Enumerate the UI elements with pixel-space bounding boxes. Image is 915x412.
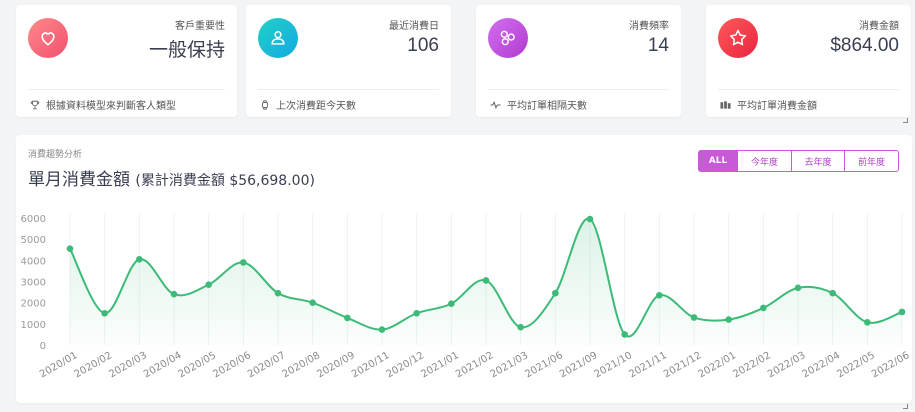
data-point: [552, 289, 559, 297]
x-tick-label: 2020/04: [142, 350, 183, 380]
x-tick-label: 2022/06: [870, 350, 911, 380]
stat-value: 一般保持: [148, 40, 225, 61]
x-tick-label: 2021/03: [489, 350, 530, 380]
x-tick-label: 2022/01: [697, 350, 738, 380]
x-tick-label: 2021/09: [558, 350, 599, 380]
data-point: [170, 290, 178, 298]
heart-icon: [28, 18, 68, 58]
divider: [718, 89, 899, 90]
stat-footer: 上次消費距今天數: [260, 97, 356, 112]
data-point: [656, 291, 663, 299]
x-tick-label: 2020/05: [177, 350, 218, 380]
stat-card-recency: 最近消費日 106 上次消費距今天數: [246, 5, 451, 117]
trophy-icon: [30, 100, 40, 109]
stat-footer: 平均訂單消費金額: [720, 97, 817, 112]
stat-footer: 平均訂單相隔天數: [490, 97, 587, 112]
x-tick-label: 2020/06: [211, 350, 252, 380]
x-tick-label: 2021/12: [662, 350, 703, 380]
user-icon: [258, 18, 298, 58]
y-tick-label: 4000: [21, 256, 46, 267]
data-point: [760, 304, 767, 312]
stat-label: 消費金額: [859, 21, 899, 32]
data-point: [101, 309, 108, 317]
data-point: [309, 299, 316, 306]
stat-card-frequency: 消費頻率 14 平均訂單相隔天數: [476, 5, 681, 117]
x-tick-label: 2021/06: [523, 350, 564, 380]
divider: [488, 89, 669, 90]
chart-card: 消費趨勢分析 單月消費金額 (累計消費金額 $56,698.00) ALL 今年…: [16, 135, 912, 403]
y-tick-label: 0: [40, 341, 46, 352]
data-point: [864, 319, 871, 326]
x-tick-label: 2020/07: [246, 350, 287, 380]
stat-value: $864.00: [830, 35, 899, 56]
data-point: [517, 323, 524, 331]
stat-footer-text: 根據資料模型來判斷客人類型: [46, 101, 176, 112]
stat-value: 106: [407, 35, 439, 56]
x-tick-label: 2020/08: [281, 350, 322, 380]
x-tick-label: 2020/02: [73, 350, 114, 380]
data-point: [205, 281, 212, 288]
stat-card-importance: 客戶重要性 一般保持 根據資料模型來判斷客人類型: [16, 5, 237, 117]
stat-value: 14: [647, 35, 669, 56]
x-tick-label: 2020/09: [315, 350, 356, 380]
x-tick-label: 2022/03: [766, 350, 807, 380]
x-tick-label: 2021/10: [593, 350, 634, 380]
x-tick-label: 2020/01: [38, 350, 79, 380]
data-point: [448, 300, 455, 308]
line-chart: 01000200030004000500060002020/012020/022…: [21, 213, 912, 380]
data-point: [378, 326, 386, 333]
resize-handle[interactable]: [903, 404, 908, 409]
y-tick-label: 1000: [21, 320, 46, 331]
data-point: [240, 259, 247, 266]
data-point: [725, 316, 732, 323]
data-point: [794, 284, 802, 292]
x-tick-label: 2020/12: [385, 350, 426, 380]
data-point: [829, 289, 836, 297]
stat-label: 客戶重要性: [175, 21, 225, 32]
divider: [258, 89, 439, 90]
y-tick-label: 2000: [21, 299, 46, 310]
stat-footer-text: 上次消費距今天數: [276, 101, 356, 112]
divider: [28, 89, 225, 90]
y-tick-label: 5000: [21, 235, 46, 246]
data-point: [413, 309, 420, 317]
data-point: [66, 245, 74, 252]
data-point: [274, 289, 282, 297]
stat-footer-text: 平均訂單相隔天數: [507, 101, 587, 112]
stat-label: 最近消費日: [389, 21, 439, 32]
x-tick-label: 2020/03: [107, 350, 148, 380]
y-tick-label: 3000: [21, 278, 46, 289]
data-point: [136, 255, 143, 263]
data-point: [344, 314, 351, 322]
x-tick-label: 2022/02: [731, 350, 772, 380]
resize-handle[interactable]: [903, 118, 908, 123]
x-tick-label: 2020/11: [350, 350, 391, 380]
data-point: [621, 331, 628, 338]
stat-footer: 根據資料模型來判斷客人類型: [30, 97, 176, 112]
x-tick-label: 2022/05: [835, 350, 876, 380]
stat-label: 消費頻率: [629, 21, 669, 32]
data-point: [586, 215, 594, 223]
data-point: [482, 277, 490, 284]
data-point: [898, 308, 906, 316]
data-point: [690, 314, 698, 321]
stat-card-monetary: 消費金額 $864.00 平均訂單消費金額: [706, 5, 911, 117]
x-tick-label: 2021/11: [627, 350, 668, 380]
money-icon: [720, 100, 731, 109]
molecule-icon: [488, 18, 528, 58]
stat-footer-text: 平均訂單消費金額: [737, 101, 817, 112]
y-tick-label: 6000: [21, 214, 46, 225]
x-tick-label: 2021/02: [454, 350, 495, 380]
watch-icon: [262, 99, 268, 110]
star-icon: [718, 18, 758, 58]
x-tick-label: 2022/04: [801, 350, 842, 380]
x-tick-label: 2021/01: [419, 350, 460, 380]
pulse-icon: [490, 100, 501, 109]
